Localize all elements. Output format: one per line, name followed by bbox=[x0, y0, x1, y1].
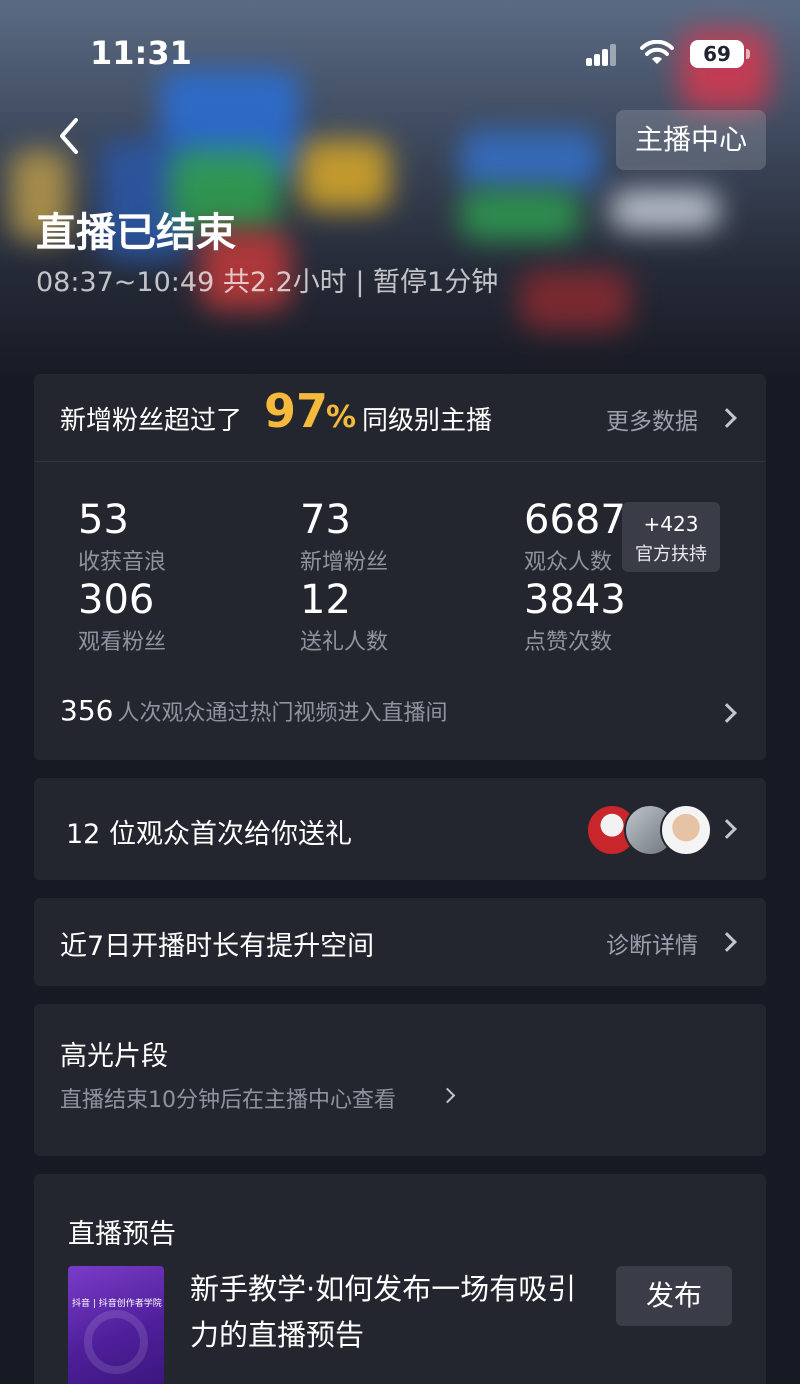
stat-viewers: 6687 观众人数 bbox=[524, 498, 626, 576]
follower-growth-header[interactable]: 新增粉丝超过了 97 % 同级别主播 更多数据 bbox=[34, 374, 766, 462]
stat-likes: 3843 点赞次数 bbox=[524, 578, 626, 656]
stat-value: 53 bbox=[78, 497, 129, 543]
stat-label: 观众人数 bbox=[524, 550, 613, 575]
first-gift-text: 12 位观众首次给你送礼 bbox=[66, 819, 352, 850]
stat-gift-senders: 12 送礼人数 bbox=[300, 578, 388, 656]
preview-title: 直播预告 bbox=[68, 1219, 176, 1250]
official-boost-badge: +423 官方扶持 bbox=[622, 502, 720, 572]
anchor-center-button[interactable]: 主播中心 bbox=[616, 110, 766, 170]
live-stats-card: 新增粉丝超过了 97 % 同级别主播 更多数据 53 收获音浪 73 新增粉丝 … bbox=[34, 374, 766, 760]
publish-button[interactable]: 发布 bbox=[616, 1266, 732, 1326]
chevron-right-icon bbox=[717, 703, 737, 723]
stat-label: 观看粉丝 bbox=[78, 630, 167, 655]
highlight-title: 高光片段 bbox=[60, 1041, 168, 1072]
follower-growth-percent: 97 bbox=[264, 384, 329, 438]
status-bar: 11:31 69 bbox=[0, 0, 800, 100]
hot-video-text: 人次观众通过热门视频进入直播间 bbox=[117, 701, 448, 726]
chevron-right-icon bbox=[717, 408, 737, 428]
stat-label: 点赞次数 bbox=[524, 630, 613, 655]
stat-sound-waves: 53 收获音浪 bbox=[78, 498, 166, 576]
highlight-clips-card[interactable]: 高光片段 直播结束10分钟后在主播中心查看 bbox=[34, 1004, 766, 1156]
live-time-summary: 08:37~10:49 共2.2小时 | 暂停1分钟 bbox=[36, 267, 499, 298]
live-duration-card[interactable]: 近7日开播时长有提升空间 诊断详情 bbox=[34, 898, 766, 986]
boost-label: 官方扶持 bbox=[635, 544, 707, 565]
cellular-signal-icon bbox=[586, 44, 616, 66]
highlight-subtitle: 直播结束10分钟后在主播中心查看 bbox=[60, 1088, 396, 1113]
hot-video-entry-row[interactable]: 356 人次观众通过热门视频进入直播间 bbox=[60, 694, 447, 727]
chevron-left-icon[interactable] bbox=[50, 114, 90, 158]
stat-value: 6687 bbox=[524, 497, 626, 543]
stat-label: 新增粉丝 bbox=[300, 550, 389, 575]
hot-video-count: 356 bbox=[60, 694, 114, 727]
chevron-right-icon bbox=[717, 932, 737, 952]
more-data-link[interactable]: 更多数据 bbox=[606, 402, 698, 436]
tutorial-thumbnail[interactable]: 抖音 | 抖音创作者学院 bbox=[68, 1266, 164, 1384]
follower-growth-prefix: 新增粉丝超过了 bbox=[60, 406, 243, 436]
stat-label: 送礼人数 bbox=[300, 630, 389, 655]
stat-value: 306 bbox=[78, 577, 155, 623]
stat-value: 73 bbox=[300, 497, 351, 543]
chevron-right-icon bbox=[717, 819, 737, 839]
battery-icon: 69 bbox=[690, 40, 750, 68]
first-gift-card[interactable]: 12 位观众首次给你送礼 bbox=[34, 778, 766, 880]
boost-value: +423 bbox=[643, 512, 699, 536]
stat-fan-viewers: 306 观看粉丝 bbox=[78, 578, 166, 656]
stat-label: 收获音浪 bbox=[78, 550, 167, 575]
wifi-icon bbox=[640, 40, 674, 64]
diagnose-details-link[interactable]: 诊断详情 bbox=[606, 926, 698, 960]
stat-value: 12 bbox=[300, 577, 351, 623]
percent-symbol: % bbox=[326, 400, 357, 435]
tiktok-logo-icon bbox=[84, 1310, 148, 1374]
live-duration-text: 近7日开播时长有提升空间 bbox=[60, 931, 375, 962]
chevron-right-icon bbox=[439, 1087, 456, 1104]
thumbnail-tag: 抖音 | 抖音创作者学院 bbox=[72, 1299, 162, 1309]
live-preview-card: 直播预告 抖音 | 抖音创作者学院 新手教学·如何发布一场有吸引力的直播预告 发… bbox=[34, 1174, 766, 1384]
page-title: 直播已结束 bbox=[36, 210, 236, 256]
stat-value: 3843 bbox=[524, 577, 626, 623]
status-time: 11:31 bbox=[90, 34, 192, 72]
tutorial-description[interactable]: 新手教学·如何发布一场有吸引力的直播预告 bbox=[190, 1266, 600, 1358]
avatar bbox=[660, 804, 712, 856]
stat-new-followers: 73 新增粉丝 bbox=[300, 498, 388, 576]
follower-growth-suffix: 同级别主播 bbox=[362, 406, 493, 436]
